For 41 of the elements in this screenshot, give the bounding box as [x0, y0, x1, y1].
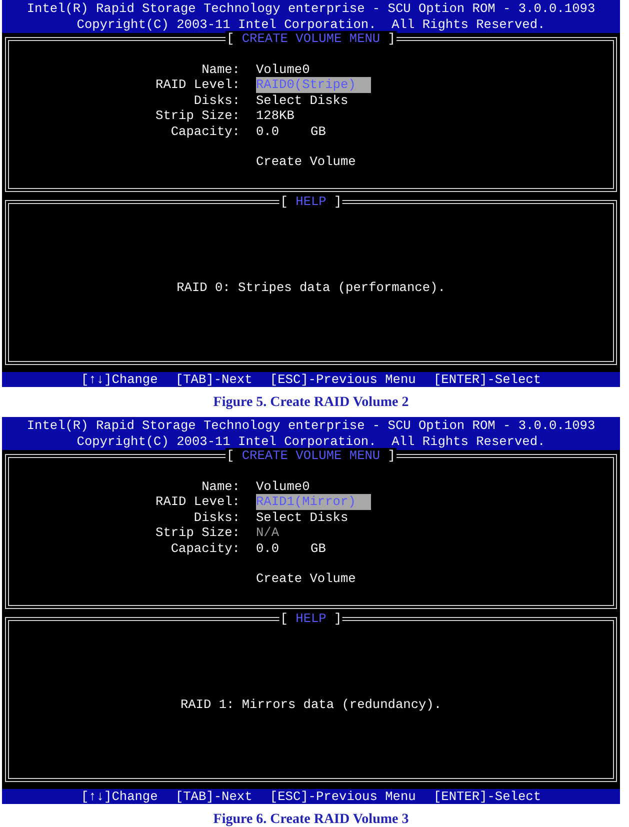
field-label: Capacity:	[170, 124, 240, 140]
header-title: Intel(R) Rapid Storage Technology enterprise - SCU Option ROM - 3.0.0.1093	[26, 1, 596, 16]
field-value[interactable]: 0.0	[256, 124, 280, 140]
field-value[interactable]: 128KB	[256, 108, 294, 124]
panel-title: [ HELP ]	[279, 611, 343, 626]
key-hint: [TAB]-Next	[175, 372, 252, 387]
key-hint: [TAB]-Next	[175, 789, 252, 804]
key-hint: [↑↓]Change	[81, 789, 158, 804]
copyright-notice: Copyright(C) 2003-11 Intel Corporation. All Rights Reserved.	[76, 16, 546, 32]
key-hint: [ESC]-Previous Menu	[270, 372, 416, 387]
field-value[interactable]: Volume0	[256, 479, 310, 494]
key-hint: [ENTER]-Select	[433, 372, 541, 387]
help-text: RAID 0: Stripes data (performance).	[176, 280, 446, 295]
field-value[interactable]: 0.0	[256, 540, 280, 556]
field-label: Strip Size:	[154, 525, 240, 541]
field-label: Name:	[200, 479, 240, 494]
help-text: RAID 1: Mirrors data (redundancy).	[180, 697, 442, 712]
unit-label: GB	[310, 540, 326, 556]
create-volume-option[interactable]: Create Volume	[256, 571, 356, 586]
create-volume-option[interactable]: Create Volume	[256, 154, 356, 170]
field-value[interactable]: Select Disks	[256, 510, 348, 526]
panel-title: [ CREATE VOLUME MENU ]	[226, 31, 396, 46]
field-label: Disks:	[192, 92, 240, 108]
field-label: Strip Size:	[154, 108, 240, 124]
panel-title: [ HELP ]	[279, 194, 343, 209]
figure-caption: Figure 6. Create RAID Volume 3	[213, 811, 409, 827]
field-label: Name:	[200, 62, 240, 78]
header-title: Intel(R) Rapid Storage Technology enterprise - SCU Option ROM - 3.0.0.1093	[26, 418, 596, 434]
key-hint: [↑↓]Change	[81, 372, 158, 387]
unit-label: GB	[310, 124, 326, 140]
field-label: RAID Level:	[154, 77, 240, 93]
key-hint: [ENTER]-Select	[433, 789, 541, 804]
copyright-notice: Copyright(C) 2003-11 Intel Corporation. All Rights Reserved.	[76, 434, 546, 449]
field-value[interactable]: Select Disks	[256, 92, 348, 108]
field-value[interactable]: Volume0	[256, 62, 310, 78]
field-label: Capacity:	[170, 540, 240, 556]
figure-caption: Figure 5. Create RAID Volume 2	[213, 394, 409, 411]
field-label: RAID Level:	[154, 494, 240, 510]
field-label: Disks:	[192, 510, 240, 526]
panel-title: [ CREATE VOLUME MENU ]	[226, 448, 396, 463]
key-hint: [ESC]-Previous Menu	[270, 789, 416, 804]
